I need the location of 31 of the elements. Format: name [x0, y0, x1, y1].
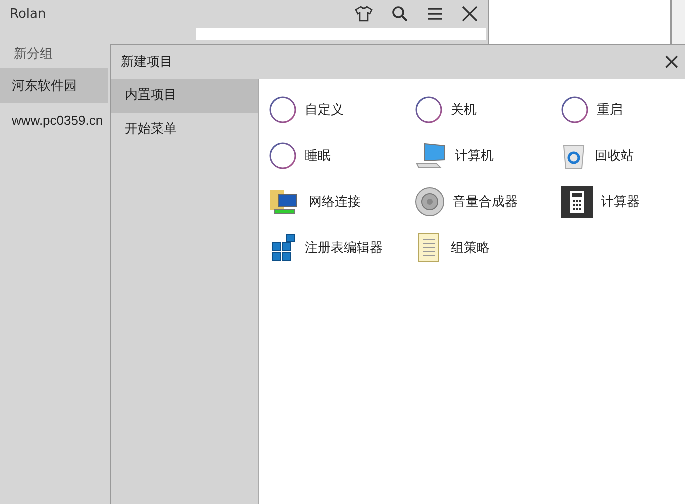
- ring-icon[interactable]: [561, 96, 589, 124]
- close-icon[interactable]: [462, 6, 478, 22]
- item-label[interactable]: 注册表编辑器: [305, 239, 383, 257]
- dialog-title: 新建项目: [121, 54, 173, 71]
- item-label[interactable]: 睡眠: [305, 147, 331, 165]
- group-item[interactable]: www.pc0359.cn: [0, 103, 108, 138]
- item-label[interactable]: 关机: [451, 101, 477, 119]
- search-field[interactable]: [196, 28, 486, 40]
- item-label[interactable]: 回收站: [595, 147, 634, 165]
- calculator-icon[interactable]: [561, 186, 593, 218]
- item-label[interactable]: 自定义: [305, 101, 344, 119]
- item-label[interactable]: 计算器: [601, 193, 640, 211]
- category-item[interactable]: 开始菜单: [111, 113, 258, 147]
- speaker-icon[interactable]: [415, 187, 445, 217]
- close-button[interactable]: ×: [658, 50, 685, 74]
- item-label[interactable]: 网络连接: [309, 193, 361, 211]
- item-label[interactable]: 音量合成器: [453, 193, 518, 211]
- menu-icon[interactable]: [427, 7, 443, 21]
- group-header: 新分组: [14, 46, 53, 64]
- search-icon[interactable]: [392, 6, 408, 22]
- item-label[interactable]: 计算机: [455, 147, 494, 165]
- ring-icon[interactable]: [269, 142, 297, 170]
- ring-icon[interactable]: [269, 96, 297, 124]
- item-label[interactable]: 重启: [597, 101, 623, 119]
- ring-icon[interactable]: [415, 96, 443, 124]
- computer-icon[interactable]: [415, 142, 447, 170]
- group-item[interactable]: 河东软件园: [0, 68, 108, 103]
- shirt-icon[interactable]: [355, 6, 373, 22]
- category-item[interactable]: 内置项目: [111, 79, 258, 113]
- window-title: Rolan: [10, 6, 46, 22]
- item-label[interactable]: 组策略: [451, 239, 490, 257]
